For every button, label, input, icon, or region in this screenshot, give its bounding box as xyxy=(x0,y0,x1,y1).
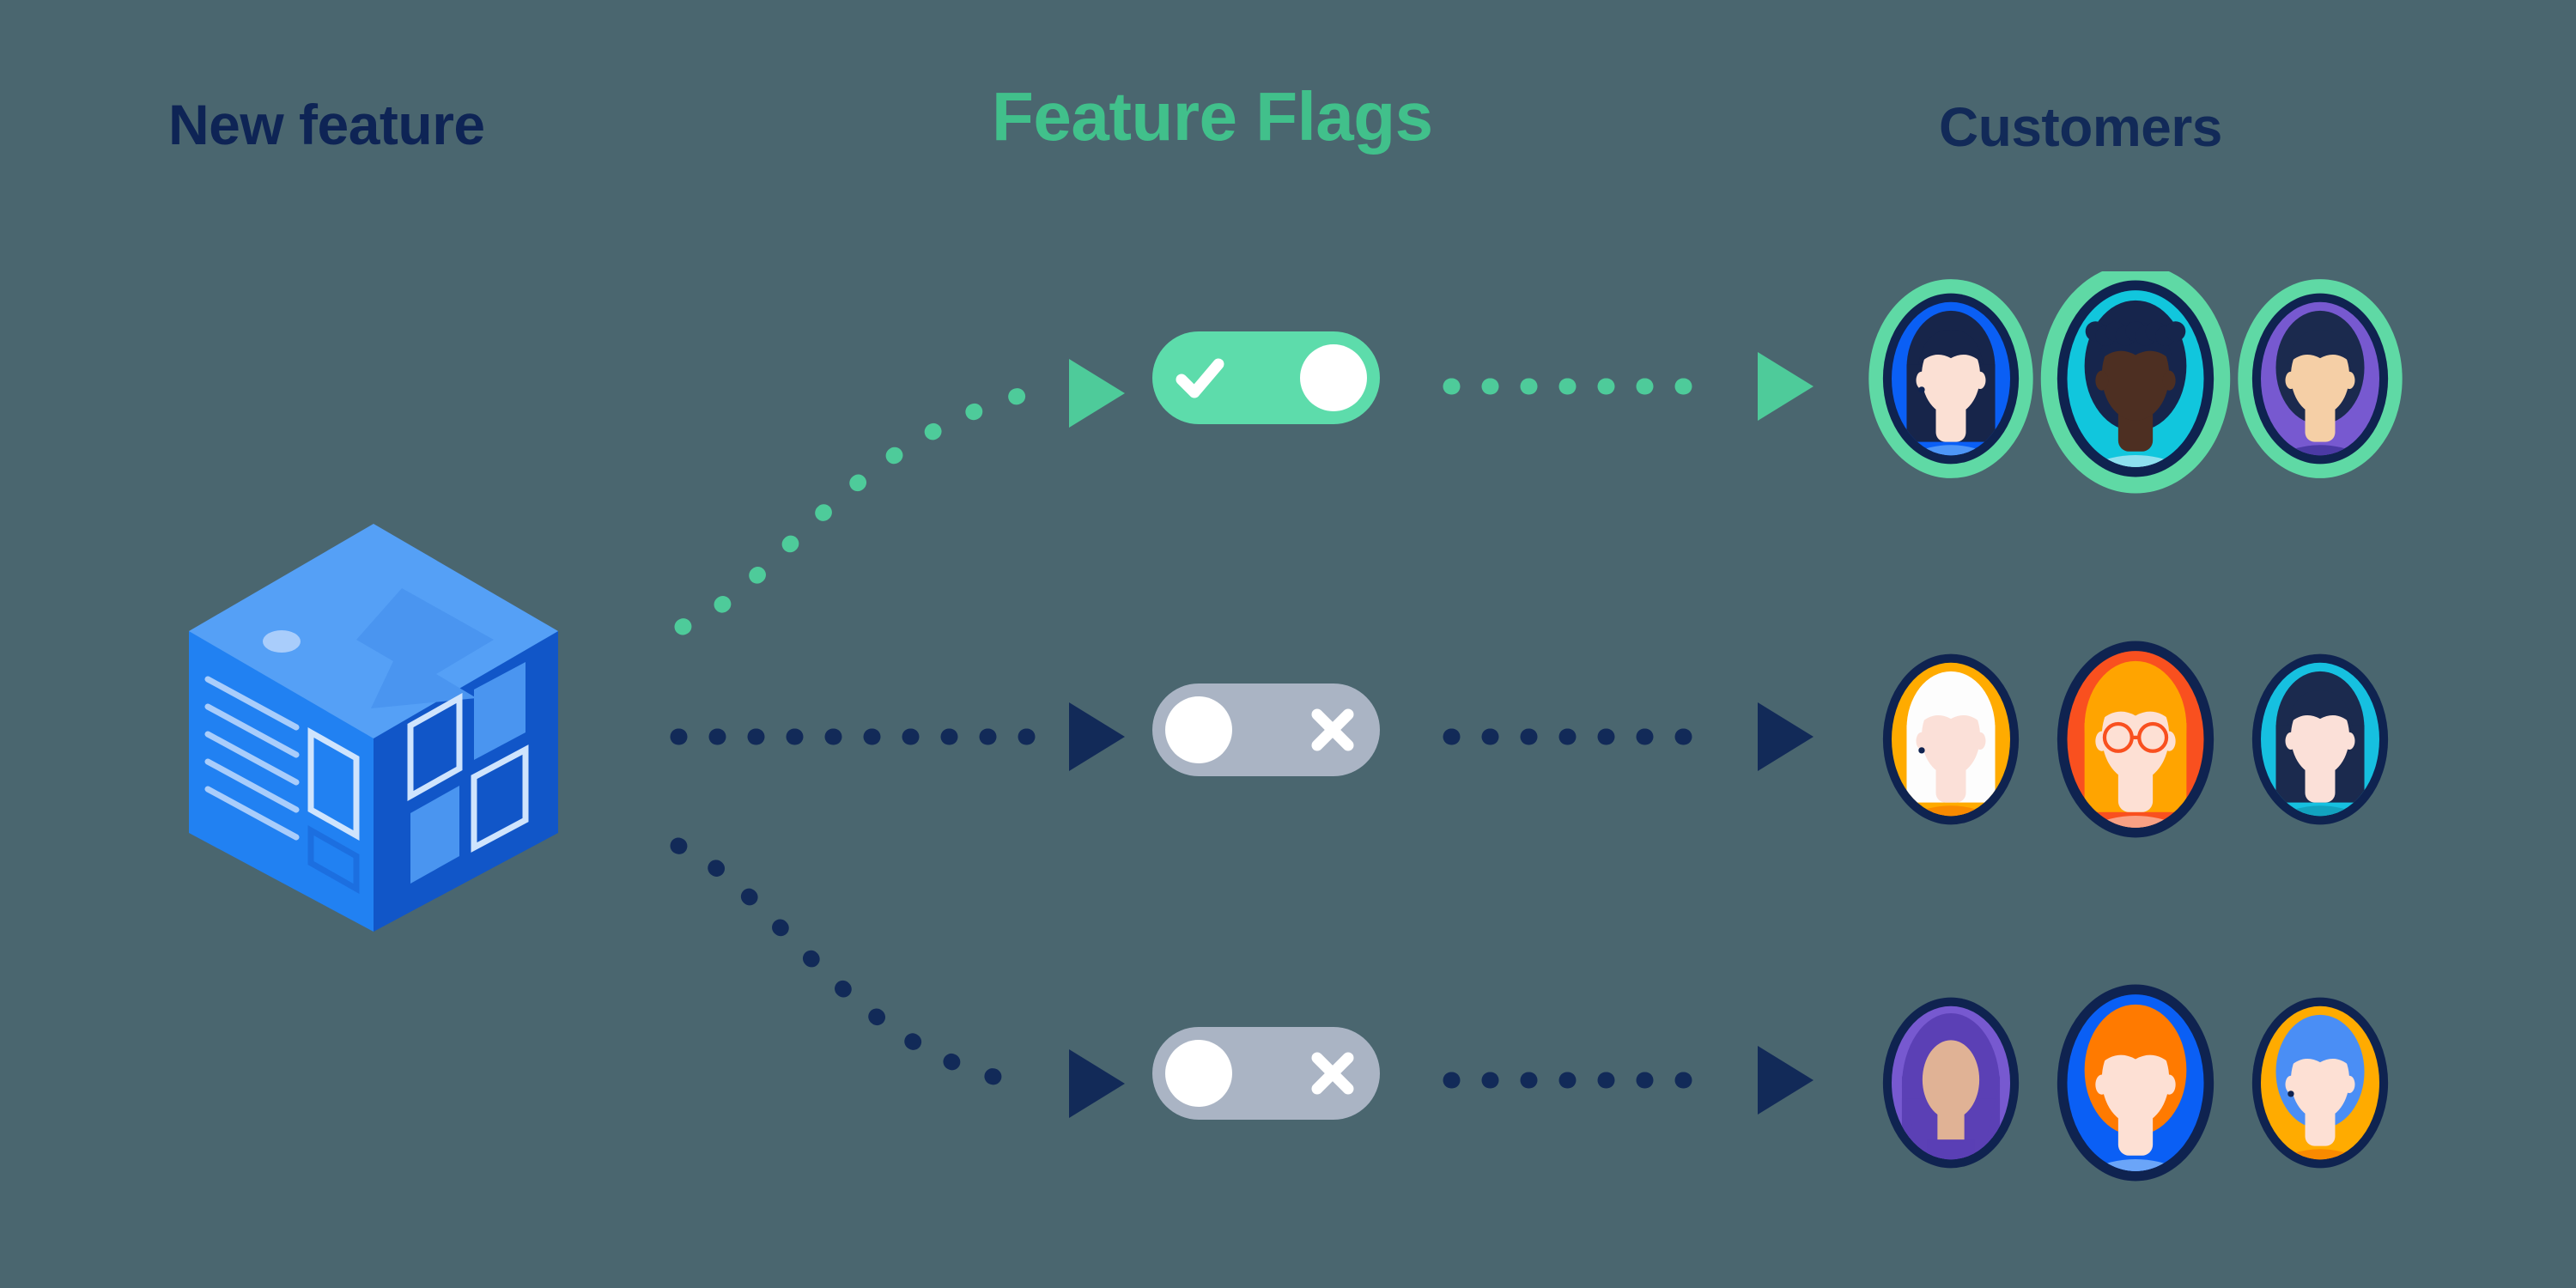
infographic-canvas: New feature Feature Flags Customers xyxy=(0,0,2576,1288)
customer-group-row-3[interactable] xyxy=(1865,975,2432,1242)
feature-flag-toggle-row-2[interactable] xyxy=(1152,683,1380,776)
avatar-man-short-hair[interactable] xyxy=(2238,279,2403,491)
toggle-knob[interactable] xyxy=(1165,1040,1232,1107)
arrow-row-3-in xyxy=(670,837,1125,1118)
check-icon xyxy=(1173,351,1226,404)
avatar-woman-white-hair[interactable] xyxy=(1880,653,2022,852)
page-title-customers: Customers xyxy=(1939,96,2222,158)
feature-flag-toggle-row-1[interactable] xyxy=(1152,331,1380,424)
avatar-woman-glasses[interactable] xyxy=(2054,641,2218,869)
cross-icon xyxy=(1306,1047,1359,1100)
page-title-new-feature: New feature xyxy=(168,93,485,156)
cube-icon xyxy=(172,511,575,932)
arrow-row-1-in xyxy=(674,359,1125,635)
avatar-woman-hijab[interactable] xyxy=(1882,997,2020,1188)
toggle-knob[interactable] xyxy=(1300,344,1367,411)
toggle-knob[interactable] xyxy=(1165,696,1232,763)
customer-group-row-1[interactable] xyxy=(1865,264,2432,538)
arrow-row-3-out xyxy=(1443,1046,1814,1115)
avatar-person-blue-hair[interactable] xyxy=(2249,997,2391,1195)
page-title-feature-flags: Feature Flags xyxy=(992,78,1433,155)
feature-flag-toggle-row-3[interactable] xyxy=(1152,1027,1380,1120)
avatar-man-curly-hair[interactable] xyxy=(2040,264,2231,508)
avatar-woman-black-bob[interactable] xyxy=(1868,279,2033,491)
arrow-row-2-out xyxy=(1443,702,1814,771)
arrow-row-2-in xyxy=(670,702,1125,771)
avatar-man-orange-hair[interactable] xyxy=(2054,984,2218,1212)
avatar-woman-dark-hair[interactable] xyxy=(2249,653,2391,852)
cross-icon xyxy=(1306,703,1359,756)
arrow-row-1-out xyxy=(1443,352,1814,421)
customer-group-row-2[interactable] xyxy=(1865,632,2432,898)
